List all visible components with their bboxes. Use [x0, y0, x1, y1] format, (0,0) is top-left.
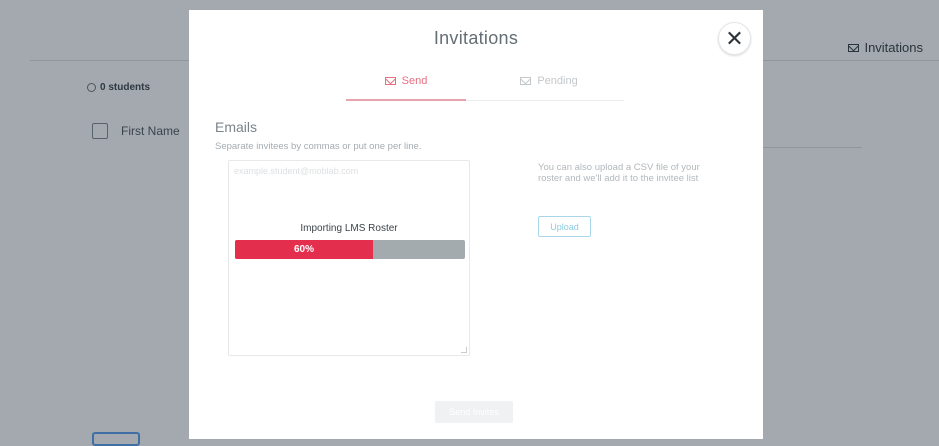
- tab-pending-label: Pending: [537, 75, 578, 87]
- email-placeholder: example.student@moblab.com: [234, 166, 359, 176]
- envelope-open-icon: [520, 77, 532, 85]
- import-label: Importing LMS Roster: [300, 223, 398, 234]
- close-icon: ✕: [725, 25, 744, 51]
- tab-send-label: Send: [401, 75, 428, 87]
- emails-heading: Emails: [215, 119, 258, 135]
- csv-help-text: You can also upload a CSV file of your r…: [538, 162, 700, 184]
- import-progress-bar: 60%: [235, 240, 465, 259]
- active-tab-underline: [346, 99, 466, 101]
- envelope-icon: [384, 77, 396, 85]
- close-button[interactable]: ✕: [718, 22, 751, 55]
- select-all-checkbox[interactable]: [92, 123, 108, 139]
- import-progress-fill: 60%: [235, 240, 373, 259]
- emails-subheading: Separate invitees by commas or put one p…: [215, 141, 422, 152]
- send-invites-button[interactable]: Send Invites: [435, 401, 513, 423]
- invitations-button-label: Invitations: [864, 40, 923, 55]
- emails-textarea[interactable]: example.student@moblab.com Importing LMS…: [228, 160, 470, 356]
- table-divider: [760, 147, 862, 148]
- invitations-modal: Invitations ✕ Send Pending Emails Separa…: [189, 10, 763, 439]
- first-name-header[interactable]: First Name: [121, 124, 180, 138]
- tab-pending[interactable]: Pending: [504, 75, 594, 87]
- tab-bar: Send Pending: [346, 72, 624, 101]
- envelope-icon: [848, 43, 860, 52]
- students-count: 0 students: [87, 82, 150, 93]
- import-progress-text: 60%: [293, 244, 314, 255]
- students-icon: [87, 83, 96, 92]
- students-count-label: 0 students: [100, 82, 151, 93]
- invitations-button[interactable]: Invitations: [848, 40, 923, 55]
- tab-send[interactable]: Send: [346, 75, 466, 87]
- upload-button[interactable]: Upload: [538, 216, 591, 237]
- modal-title: Invitations: [433, 28, 519, 48]
- background-button[interactable]: [92, 432, 140, 446]
- resize-handle[interactable]: [461, 347, 467, 353]
- table-header-row: First Name: [92, 123, 180, 139]
